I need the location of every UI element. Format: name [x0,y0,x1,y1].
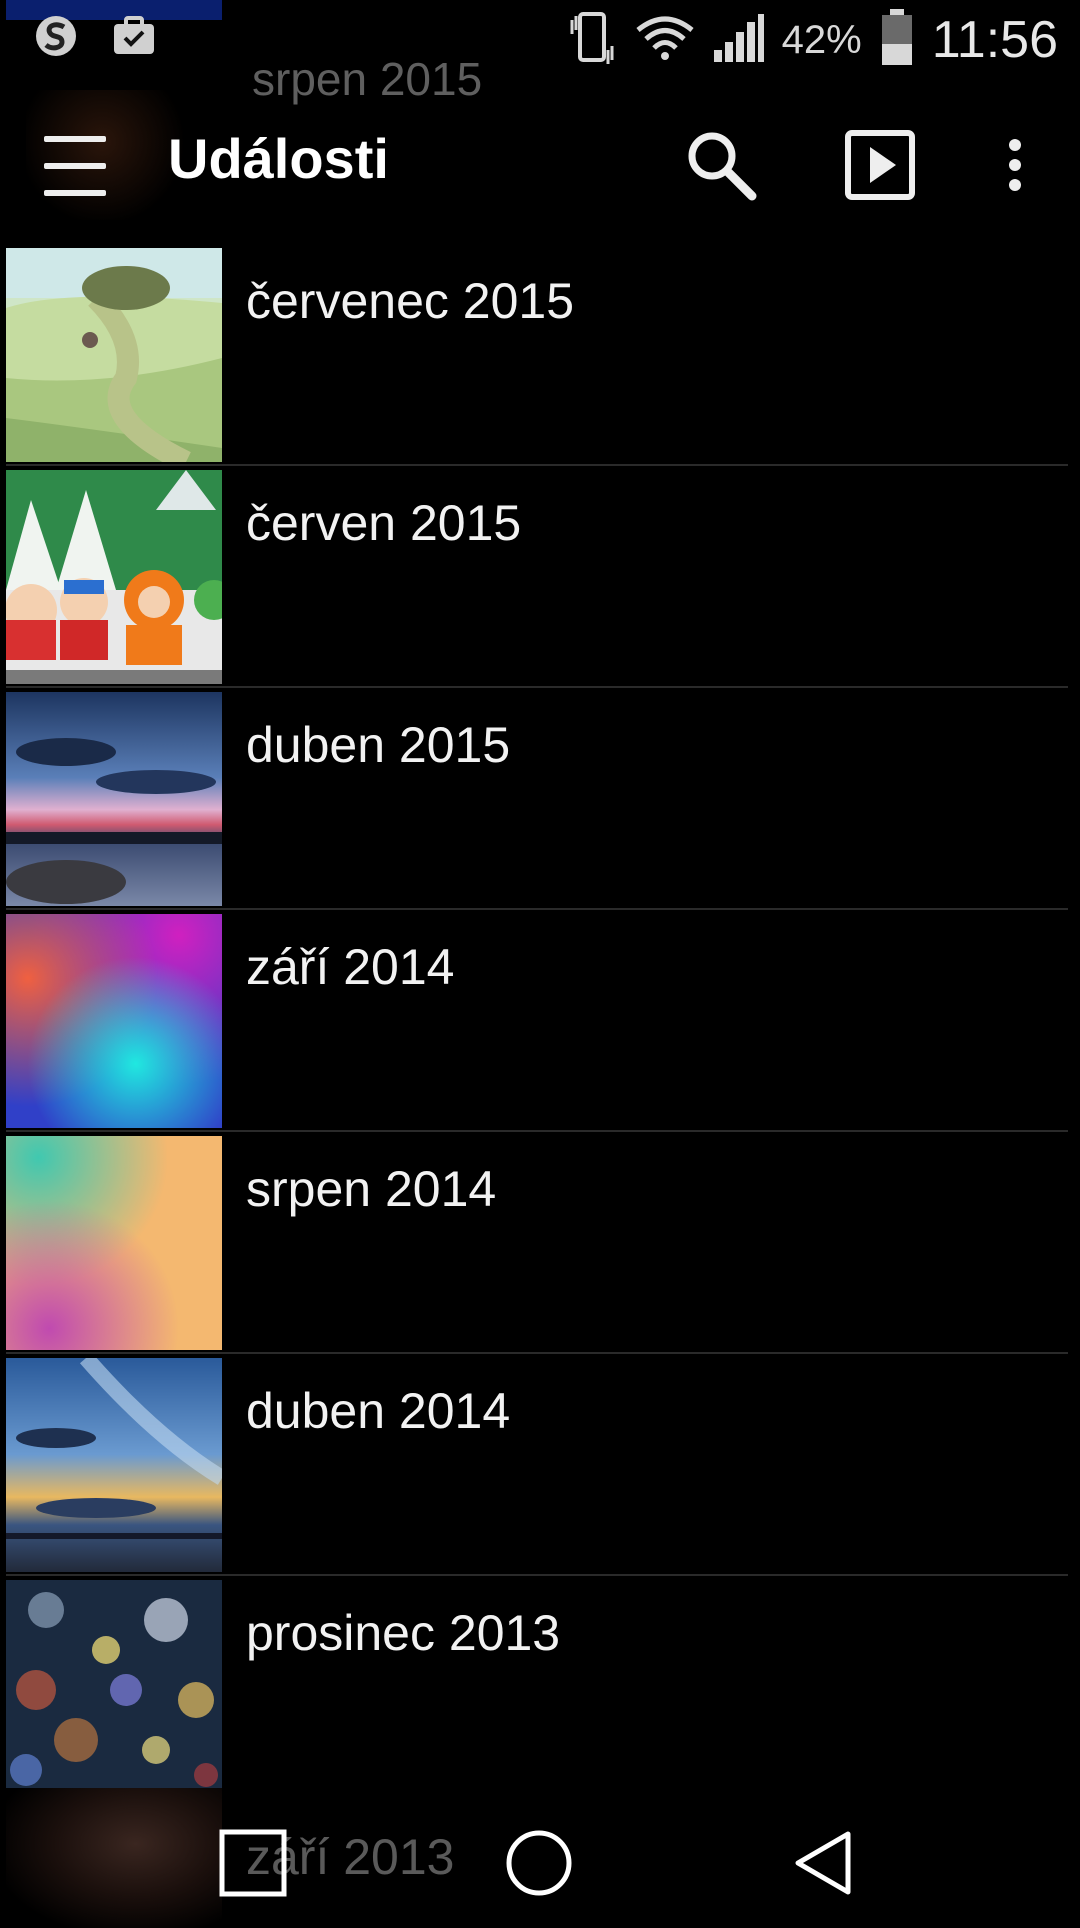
thumbnail-image [6,692,222,906]
more-icon [1009,139,1021,191]
search-button[interactable] [676,120,766,210]
navigation-bar: září 2013 [0,1788,1080,1928]
signal-icon [712,12,764,69]
home-icon [506,1830,572,1896]
more-options-button[interactable] [970,120,1060,210]
event-label: červen 2015 [246,495,522,551]
home-button[interactable] [494,1818,584,1908]
hamburger-icon [44,136,106,142]
event-label: duben 2014 [246,1383,511,1439]
list-item[interactable]: prosinec 2013 [6,1576,1068,1798]
slideshow-button[interactable] [835,120,925,210]
search-icon [688,132,757,201]
event-label: prosinec 2013 [246,1605,561,1661]
thumbnail-image [6,914,222,1128]
thumbnail-image [6,248,222,462]
s-app-icon [34,14,78,63]
event-label: srpen 2014 [246,1161,497,1217]
menu-button[interactable] [44,136,116,196]
thumbnail-image [6,1136,222,1350]
page-title: Události [168,127,389,190]
event-label: září 2014 [246,939,455,995]
recents-icon [219,1829,287,1897]
list-item[interactable]: září 2014 [6,910,1068,1132]
clock: 11:56 [931,11,1058,69]
list-item[interactable]: duben 2015 [6,688,1068,910]
thumbnail-image [6,1580,222,1794]
recents-button[interactable] [208,1818,298,1908]
event-label: červenec 2015 [246,273,575,329]
slideshow-icon [845,130,915,200]
list-item[interactable]: duben 2014 [6,1354,1068,1576]
list-item[interactable]: červenec 2015 [6,244,1068,466]
back-icon [795,1831,851,1895]
partial-thumbnail [6,1788,222,1928]
thumbnail-image [6,470,222,684]
vibrate-icon [566,10,618,71]
events-list: červenec 2015 červen 2015 duben 2015 zář… [6,244,1068,1798]
battery-icon [880,8,914,72]
battery-percent: 42% [781,17,862,62]
thumbnail-image [6,1358,222,1572]
list-item[interactable]: červen 2015 [6,466,1068,688]
list-item[interactable]: srpen 2014 [6,1132,1068,1354]
status-bar: 42% 11:56 [0,0,1080,80]
event-label: duben 2015 [246,717,511,773]
hamburger-icon-line [44,163,106,169]
wifi-icon [636,14,694,67]
app-bar: Události [0,90,1080,240]
briefcase-icon [112,16,156,61]
back-button[interactable] [780,1818,870,1908]
hamburger-icon-line [44,190,106,196]
